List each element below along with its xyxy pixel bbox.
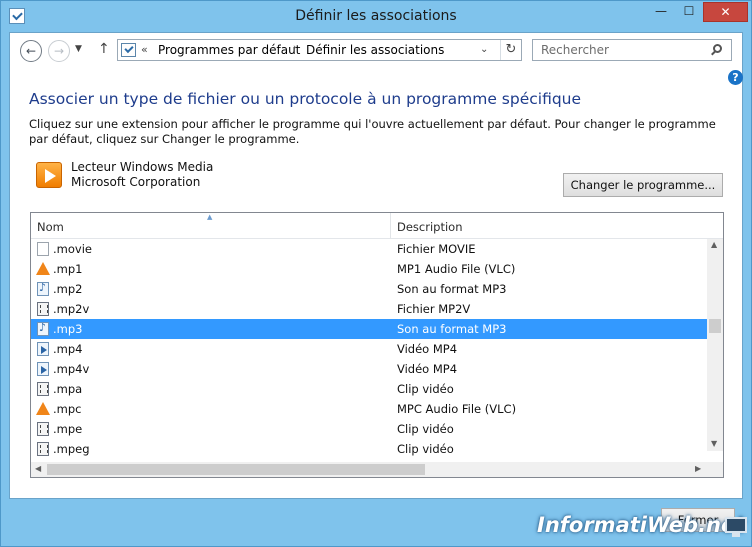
page-title: Associer un type de fichier ou un protoc…	[29, 90, 582, 108]
refresh-icon[interactable]: ↻	[500, 40, 521, 60]
breadcrumb-separator-icon[interactable]: ›	[293, 43, 297, 53]
video-file-icon	[37, 382, 49, 396]
video-file-icon	[37, 302, 49, 316]
table-row[interactable]: .mp1 MP1 Audio File (VLC)	[31, 259, 707, 279]
table-row[interactable]: .mp3 Son au format MP3	[31, 319, 707, 339]
row-description: Clip vidéo	[397, 382, 454, 396]
table-row[interactable]: .mp2 Son au format MP3	[31, 279, 707, 299]
file-type-list[interactable]: Nom ▲ Description .movie Fichier MOVIE .mp…	[30, 212, 724, 478]
change-program-button[interactable]: Changer le programme...	[563, 173, 723, 197]
forward-button[interactable]: →	[48, 40, 70, 62]
windows-media-player-icon	[36, 162, 62, 188]
content-pane: ← → ▼ ↑ « Programmes par défaut › Défini…	[9, 32, 743, 499]
breadcrumb-definir-les-associations[interactable]: Définir les associations	[306, 43, 444, 57]
breadcrumb-overflow[interactable]: «	[141, 43, 148, 56]
vertical-scroll-thumb[interactable]	[709, 319, 721, 333]
page-description: Cliquez sur une extension pour afficher …	[29, 117, 716, 146]
table-row[interactable]: .mp2v Fichier MP2V	[31, 299, 707, 319]
horizontal-scroll-thumb[interactable]	[47, 464, 425, 475]
row-description: Clip vidéo	[397, 422, 454, 436]
blank-file-icon	[37, 242, 49, 256]
back-button[interactable]: ←	[20, 40, 42, 62]
scrollbar-corner	[707, 462, 723, 477]
up-arrow-icon[interactable]: ↑	[98, 41, 110, 57]
audio-file-icon	[37, 321, 49, 336]
search-input[interactable]: Rechercher	[532, 39, 732, 61]
scroll-up-icon[interactable]: ▲	[711, 240, 717, 249]
vlc-cone-icon	[36, 402, 50, 415]
search-placeholder: Rechercher	[541, 43, 609, 57]
recent-locations-chevron-icon[interactable]: ▼	[75, 44, 82, 54]
row-description: Fichier MOVIE	[397, 242, 476, 256]
row-description: MP1 Audio File (VLC)	[397, 262, 516, 276]
row-extension: .mp4v	[53, 362, 90, 376]
current-program-name: Lecteur Windows Media	[71, 160, 214, 174]
row-description: Son au format MP3	[397, 282, 507, 296]
row-extension: .mp2	[53, 282, 83, 296]
scroll-left-icon[interactable]: ◀	[35, 464, 41, 473]
row-extension: .mpa	[53, 382, 83, 396]
horizontal-scrollbar[interactable]: ◀ ▶	[31, 462, 707, 477]
table-row[interactable]: .mp4 Vidéo MP4	[31, 339, 707, 359]
navigation-bar: ← → ▼ ↑ « Programmes par défaut › Défini…	[10, 33, 742, 71]
column-divider[interactable]	[390, 213, 391, 239]
table-row[interactable]: .mpe Clip vidéo	[31, 419, 707, 439]
table-row[interactable]: .mpc MPC Audio File (VLC)	[31, 399, 707, 419]
row-extension: .mp4	[53, 342, 83, 356]
sort-ascending-icon: ▲	[207, 213, 213, 221]
address-dropdown-icon[interactable]: ⌄	[480, 44, 488, 55]
mp4-file-icon	[37, 362, 49, 376]
scroll-right-icon[interactable]: ▶	[695, 464, 701, 473]
row-description: Son au format MP3	[397, 322, 507, 336]
list-header: Nom ▲ Description	[31, 213, 723, 239]
search-icon[interactable]	[713, 44, 722, 53]
table-row[interactable]: .mpeg Clip vidéo	[31, 439, 707, 459]
address-bar[interactable]: « Programmes par défaut › Définir les as…	[117, 39, 522, 61]
row-extension: .mp1	[53, 262, 83, 276]
row-extension: .movie	[53, 242, 92, 256]
breadcrumb-programmes-par-defaut[interactable]: Programmes par défaut	[158, 43, 300, 57]
close-window-button[interactable]: ✕	[703, 2, 748, 22]
list-rows: .movie Fichier MOVIE .mp1 MP1 Audio File (V…	[31, 239, 707, 459]
table-row[interactable]: .mp4v Vidéo MP4	[31, 359, 707, 379]
maximize-button[interactable]: ☐	[675, 2, 703, 22]
video-file-icon	[37, 442, 49, 456]
vertical-scrollbar[interactable]: ▲ ▼	[707, 239, 723, 451]
row-extension: .mpeg	[53, 442, 90, 456]
window-title: Définir les associations	[295, 8, 457, 24]
row-description: Vidéo MP4	[397, 342, 458, 356]
scroll-down-icon[interactable]: ▼	[711, 439, 717, 448]
control-panel-icon	[121, 43, 136, 57]
row-extension: .mp3	[53, 322, 83, 336]
row-extension: .mpe	[53, 422, 83, 436]
help-icon[interactable]: ?	[728, 70, 743, 85]
row-description: Vidéo MP4	[397, 362, 458, 376]
row-extension: .mpc	[53, 402, 82, 416]
monitor-logo-icon	[725, 517, 747, 537]
row-description: Fichier MP2V	[397, 302, 471, 316]
title-bar[interactable]: Définir les associations — ☐ ✕	[1, 1, 751, 32]
site-watermark: InformatiWeb.net	[537, 513, 746, 537]
window: Définir les associations — ☐ ✕ ← → ▼ ↑ «…	[0, 0, 752, 547]
row-extension: .mp2v	[53, 302, 90, 316]
table-row[interactable]: .movie Fichier MOVIE	[31, 239, 707, 259]
audio-file-icon	[37, 281, 49, 296]
video-file-icon	[37, 422, 49, 436]
row-description: Clip vidéo	[397, 442, 454, 456]
column-header-name[interactable]: Nom	[37, 220, 64, 234]
minimize-button[interactable]: —	[647, 2, 675, 22]
row-description: MPC Audio File (VLC)	[397, 402, 517, 416]
vlc-cone-icon	[36, 262, 50, 275]
current-program-company: Microsoft Corporation	[71, 175, 201, 189]
mp4-file-icon	[37, 342, 49, 356]
column-header-description[interactable]: Description	[397, 220, 463, 234]
table-row[interactable]: .mpa Clip vidéo	[31, 379, 707, 399]
